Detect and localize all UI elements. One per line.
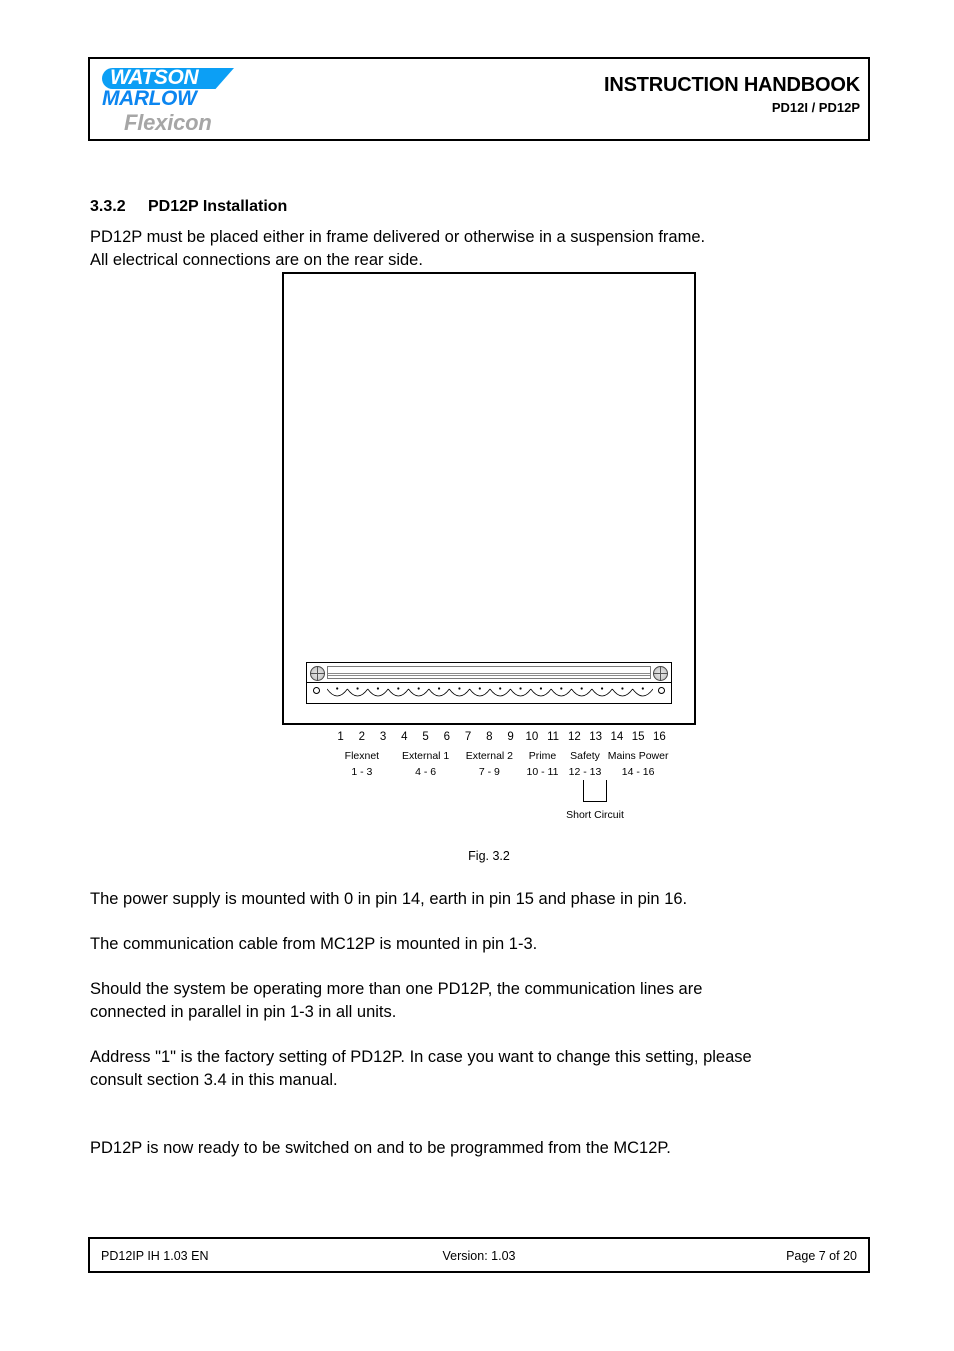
- section-intro-block: 3.3.2 PD12P Installation PD12P must be pl…: [90, 196, 880, 272]
- terminal-block: [306, 662, 672, 704]
- intro-line-1: PD12P must be placed either in frame del…: [90, 228, 706, 246]
- pin-number-16: 16: [652, 731, 666, 743]
- document-subtitle: PD12I / PD12P: [771, 100, 860, 115]
- paragraph-address-setting-line-1: Address "1" is the factory setting of PD…: [90, 1048, 752, 1066]
- pin-group-range-external-1: 4 - 6: [415, 766, 437, 778]
- logo-flexicon-text: Flexicon: [124, 110, 212, 135]
- pin-number-5: 5: [422, 731, 429, 743]
- pin-number-7: 7: [464, 731, 472, 743]
- pin-number-15: 15: [631, 731, 645, 743]
- pin-number-13: 13: [589, 731, 603, 743]
- pin-group-name-safety: Safety: [570, 750, 600, 762]
- pin-group-name-flexnet: Flexnet: [344, 750, 380, 762]
- figure-caption: Fig. 3.2: [468, 849, 510, 863]
- watson-marlow-flexicon-logo: WATSON MARLOW Flexicon: [96, 61, 356, 141]
- bracket-icon: [583, 780, 607, 802]
- intro-line-2: All electrical connections are on the re…: [90, 251, 423, 269]
- pin-label-block: 1 2 3 4 5 6 7 8 9 10 11 12 13 14 15 16 Flexnet External …: [282, 730, 696, 781]
- terminal-rail: [327, 666, 651, 679]
- pin-group-range-flexnet: 1 - 3: [351, 766, 373, 778]
- paragraph-parallel-units-line-2: connected in parallel in pin 1-3 in all …: [90, 1003, 397, 1021]
- logo-watson-text: WATSON: [110, 66, 199, 89]
- paragraph-address-setting-line-2: consult section 3.4 in this manual.: [90, 1071, 338, 1089]
- footer-page-number: Page 7 of 20: [786, 1249, 857, 1263]
- paragraph-ready-to-program: PD12P is now ready to be switched on and…: [90, 1139, 671, 1157]
- section-number: 3.3.2: [90, 198, 126, 215]
- screw-icon-left: [310, 666, 325, 681]
- footer-version: Version: 1.03: [442, 1249, 516, 1263]
- pin-group-range-row: 1 - 3 4 - 6 7 - 9 10 - 11 12 - 13 14 - 16: [330, 766, 670, 781]
- pin-group-name-mains-power: Mains Power: [607, 750, 669, 762]
- page-footer: PD12IP IH 1.03 EN Version: 1.03 Page 7 o…: [88, 1237, 870, 1273]
- paragraph-address-setting: Address "1" is the factory setting of PD…: [90, 1046, 880, 1092]
- section-title: PD12P Installation: [148, 198, 288, 215]
- pin-number-row: 1 2 3 4 5 6 7 8 9 10 11 12 13 14 15 16: [330, 730, 670, 746]
- pin-number-3: 3: [379, 731, 387, 743]
- pin-group-range-safety: 12 - 13: [568, 766, 602, 778]
- pin-number-11: 11: [547, 731, 560, 743]
- pin-group-range-prime: 10 - 11: [526, 766, 559, 778]
- pin-group-name-external-1: External 1: [401, 750, 450, 762]
- pin-number-6: 6: [443, 731, 451, 743]
- screw-icon-right: [653, 666, 668, 681]
- paragraph-parallel-units-line-1: Should the system be operating more than…: [90, 980, 703, 998]
- pin-number-12: 12: [567, 731, 581, 743]
- document-title: INSTRUCTION HANDBOOK: [604, 74, 860, 96]
- pin-group-name-row: Flexnet External 1 External 2 Prime Safety Ma…: [330, 750, 670, 765]
- pin-number-14: 14: [610, 731, 624, 743]
- terminal-contacts: [327, 687, 653, 697]
- pin-group-name-external-2: External 2: [465, 750, 514, 762]
- mounting-hole-right: [658, 687, 665, 694]
- pin-number-9: 9: [507, 731, 514, 743]
- pin-group-name-prime: Prime: [528, 750, 557, 762]
- body-text-block: The power supply is mounted with 0 in pi…: [90, 888, 880, 1160]
- short-circuit-label: Short Circuit: [566, 809, 624, 821]
- pin-number-1: 1: [337, 731, 344, 743]
- short-circuit-annotation: Short Circuit: [540, 780, 650, 822]
- paragraph-power-supply: The power supply is mounted with 0 in pi…: [90, 890, 688, 908]
- section-heading: 3.3.2 PD12P Installation: [90, 196, 880, 218]
- pin-group-range-external-2: 7 - 9: [478, 766, 500, 778]
- paragraph-communication-cable: The communication cable from MC12P is mo…: [90, 935, 538, 953]
- page-header: WATSON MARLOW Flexicon INSTRUCTION HANDB…: [88, 57, 870, 141]
- footer-document-code: PD12IP IH 1.03 EN: [101, 1249, 209, 1263]
- header-title-block: INSTRUCTION HANDBOOK PD12I / PD12P: [604, 73, 860, 117]
- pd12p-rear-view-diagram: [282, 272, 696, 725]
- paragraph-parallel-units: Should the system be operating more than…: [90, 978, 880, 1024]
- logo-marlow-text: MARLOW: [102, 87, 197, 110]
- pin-number-4: 4: [401, 731, 408, 743]
- mounting-hole-left: [313, 687, 320, 694]
- pin-number-10: 10: [525, 731, 539, 743]
- pin-number-2: 2: [358, 731, 366, 743]
- pin-number-8: 8: [486, 731, 493, 743]
- pin-group-range-mains-power: 14 - 16: [621, 766, 655, 778]
